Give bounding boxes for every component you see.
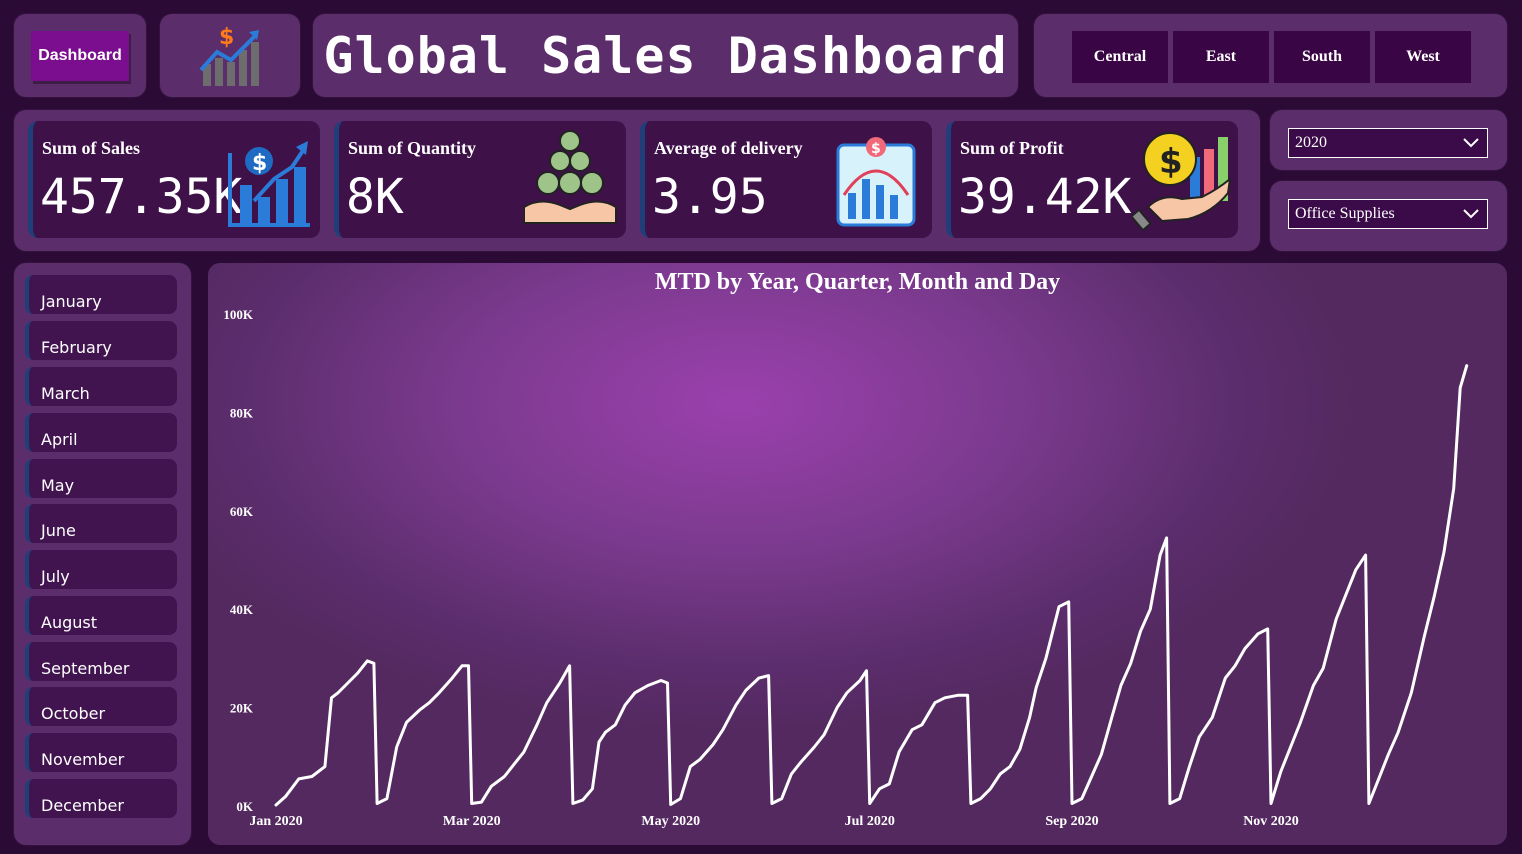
mtd-line-chart: 0K 20K 40K 60K 80K 100K Jan 2020 Mar 2020 May 2…	[223, 307, 1469, 829]
y-tick-label: 60K	[230, 504, 254, 519]
kpi-label: Sum of Profit	[960, 138, 1064, 158]
bar-chart-icon: $	[836, 137, 916, 227]
svg-text:$: $	[871, 141, 881, 157]
month-button-august[interactable]: August	[25, 596, 177, 635]
x-tick-label: Mar 2020	[443, 814, 501, 829]
kpi-label: Sum of Sales	[42, 138, 141, 158]
month-button-december[interactable]: December	[25, 779, 177, 818]
y-axis: 0K 20K 40K 60K 80K 100K	[223, 307, 254, 814]
month-button-november[interactable]: November	[25, 733, 177, 772]
profit-hand-icon: $	[1132, 132, 1232, 231]
category-dropdown[interactable]: Office Supplies	[1288, 199, 1488, 229]
month-button-may[interactable]: May	[25, 459, 177, 498]
x-axis: Jan 2020 Mar 2020 May 2020 Jul 2020 Sep 2020…	[249, 814, 1298, 829]
category-dropdown-value: Office Supplies	[1295, 205, 1395, 222]
kpi-label: Average of delivery	[654, 138, 803, 158]
kpi-value: 3.95	[652, 169, 768, 225]
logo-panel: $	[160, 14, 300, 97]
month-button-march[interactable]: March	[25, 367, 177, 406]
y-tick-label: 100K	[223, 307, 254, 322]
y-tick-label: 0K	[236, 799, 254, 814]
month-button-october[interactable]: October	[25, 687, 177, 726]
year-dropdown[interactable]: 2020	[1288, 128, 1488, 158]
svg-text:$: $	[219, 25, 234, 50]
series-line-mtd	[274, 364, 1469, 807]
x-tick-label: Sep 2020	[1045, 814, 1098, 829]
region-button-central[interactable]: Central	[1072, 31, 1168, 83]
chevron-down-icon	[1463, 209, 1479, 219]
sales-growth-icon: $	[228, 141, 310, 227]
region-button-east[interactable]: East	[1173, 31, 1269, 83]
svg-text:$: $	[1159, 142, 1183, 182]
x-tick-label: Jan 2020	[249, 814, 302, 829]
month-button-june[interactable]: June	[25, 504, 177, 543]
month-button-april[interactable]: April	[25, 413, 177, 452]
kpi-card-delivery: Average of delivery 3.95 $	[640, 121, 932, 238]
region-button-south[interactable]: South	[1274, 31, 1370, 83]
month-button-september[interactable]: September	[25, 642, 177, 681]
page-title: Global Sales Dashboard	[323, 26, 1008, 85]
chevron-down-icon	[1463, 138, 1479, 148]
month-button-january[interactable]: January	[25, 275, 177, 314]
kpi-card-sales: Sum of Sales 457.35K $	[28, 121, 320, 238]
kpi-label: Sum of Quantity	[348, 138, 477, 158]
x-tick-label: Jul 2020	[845, 814, 895, 829]
y-tick-label: 40K	[230, 602, 254, 617]
x-tick-label: Nov 2020	[1243, 814, 1299, 829]
kpi-value: 8K	[346, 169, 404, 225]
y-tick-label: 80K	[230, 405, 254, 420]
coins-hand-icon	[523, 130, 617, 224]
month-button-july[interactable]: July	[25, 550, 177, 589]
month-button-february[interactable]: February	[25, 321, 177, 360]
sales-logo-icon: $	[199, 25, 259, 86]
kpi-value: 39.42K	[958, 169, 1132, 225]
mtd-chart-panel: MTD by Year, Quarter, Month and Day 0K 20…	[208, 263, 1507, 845]
dashboard-button[interactable]: Dashboard	[31, 31, 129, 81]
region-button-west[interactable]: West	[1375, 31, 1471, 83]
kpi-card-quantity: Sum of Quantity 8K	[334, 121, 626, 238]
kpi-value: 457.35K	[40, 169, 243, 225]
svg-text:$: $	[252, 151, 267, 176]
year-dropdown-value: 2020	[1295, 134, 1327, 151]
x-tick-label: May 2020	[641, 814, 700, 829]
kpi-card-profit: Sum of Profit 39.42K $	[946, 121, 1238, 238]
y-tick-label: 20K	[230, 701, 254, 716]
